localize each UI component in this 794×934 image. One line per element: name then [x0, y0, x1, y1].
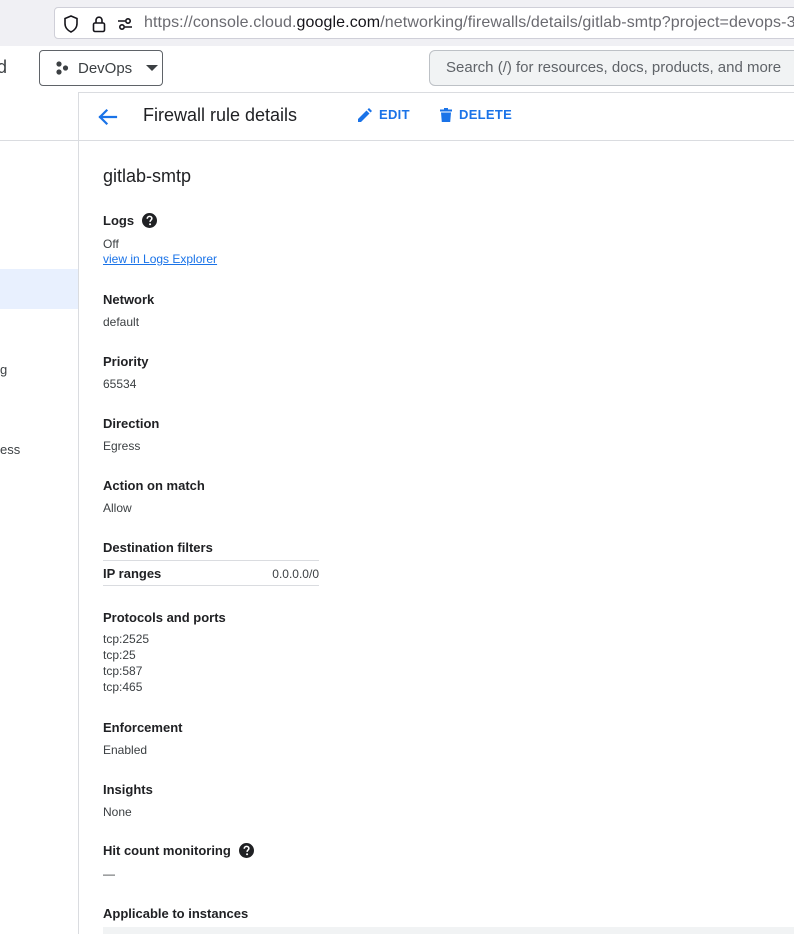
instances-label: Applicable to instances	[103, 906, 249, 921]
lock-icon[interactable]	[89, 14, 109, 34]
hit-count-label: Hit count monitoring	[103, 843, 231, 858]
protocol-port-item: tcp:587	[103, 664, 143, 678]
network-value: default	[103, 315, 140, 329]
nav-item-fragment[interactable]: g	[0, 362, 7, 377]
pencil-icon	[358, 107, 372, 122]
destination-filters-label: Destination filters	[103, 540, 213, 555]
url-prefix: https://console.cloud.	[144, 14, 297, 31]
help-icon[interactable]	[238, 843, 254, 858]
protocol-port-item: tcp:2525	[103, 632, 150, 646]
priority-label: Priority	[103, 354, 149, 369]
delete-button[interactable]: DELETE	[440, 107, 512, 122]
permissions-icon[interactable]	[115, 14, 135, 34]
browser-toolbar: https://console.cloud.google.com/network…	[0, 0, 794, 46]
url-bar[interactable]: https://console.cloud.google.com/network…	[54, 7, 794, 39]
logs-label-row: Logs	[103, 213, 158, 228]
nav-item-active[interactable]	[0, 269, 78, 309]
nav-divider	[0, 140, 78, 141]
caret-down-icon	[146, 65, 159, 71]
instances-table-header	[103, 927, 794, 934]
url-domain: google.com	[296, 14, 381, 31]
priority-value: 65534	[103, 377, 137, 391]
network-label: Network	[103, 292, 155, 307]
insights-value: None	[103, 805, 132, 819]
delete-label: DELETE	[459, 107, 513, 122]
project-selector-button[interactable]: DevOps	[39, 50, 163, 86]
logs-explorer-link[interactable]: view in Logs Explorer	[103, 252, 217, 266]
hit-count-label-row: Hit count monitoring	[103, 843, 254, 858]
ip-ranges-value: 0.0.0.0/0	[272, 567, 319, 581]
protocol-port-item: tcp:465	[103, 680, 143, 694]
ip-ranges-key: IP ranges	[103, 566, 162, 581]
url-suffix: /networking/firewalls/details/gitlab-smt…	[380, 14, 794, 31]
logs-label: Logs	[103, 213, 135, 228]
destination-filters-table: IP ranges 0.0.0.0/0	[103, 560, 319, 586]
enforcement-value: Enabled	[103, 743, 148, 757]
project-icon	[56, 61, 69, 75]
direction-value: Egress	[103, 439, 141, 453]
page-title: Firewall rule details	[143, 105, 298, 125]
edit-label: EDIT	[379, 107, 410, 122]
search-placeholder: Search (/) for resources, docs, products…	[446, 59, 782, 76]
action-value: Allow	[103, 501, 132, 515]
search-input[interactable]: Search (/) for resources, docs, products…	[429, 50, 794, 86]
insights-label: Insights	[103, 782, 153, 797]
action-label: Action on match	[103, 478, 205, 493]
trash-icon	[440, 107, 452, 122]
rule-name: gitlab-smtp	[103, 166, 192, 186]
protocol-port-item: tcp:25	[103, 648, 136, 662]
nav-item-fragment[interactable]: ess	[0, 442, 20, 457]
url-text[interactable]: https://console.cloud.google.com/network…	[144, 14, 794, 32]
direction-label: Direction	[103, 416, 160, 431]
protocols-list: tcp:2525 tcp:25 tcp:587 tcp:465	[103, 631, 149, 695]
left-navigation: g ess	[0, 92, 79, 934]
console-header: d DevOps Search (/) for resources, docs,…	[0, 46, 794, 93]
project-name: DevOps	[78, 59, 133, 77]
edit-button[interactable]: EDIT	[358, 107, 410, 122]
page-title-bar: Firewall rule details EDIT DELETE	[79, 92, 794, 141]
shield-icon[interactable]	[61, 14, 81, 34]
enforcement-label: Enforcement	[103, 720, 183, 735]
back-arrow-icon[interactable]	[96, 106, 118, 128]
help-icon[interactable]	[142, 213, 158, 228]
product-logo-fragment: d	[0, 57, 8, 77]
protocols-label: Protocols and ports	[103, 610, 226, 625]
logs-value: Off	[103, 237, 119, 251]
hit-count-value: —	[103, 867, 115, 881]
